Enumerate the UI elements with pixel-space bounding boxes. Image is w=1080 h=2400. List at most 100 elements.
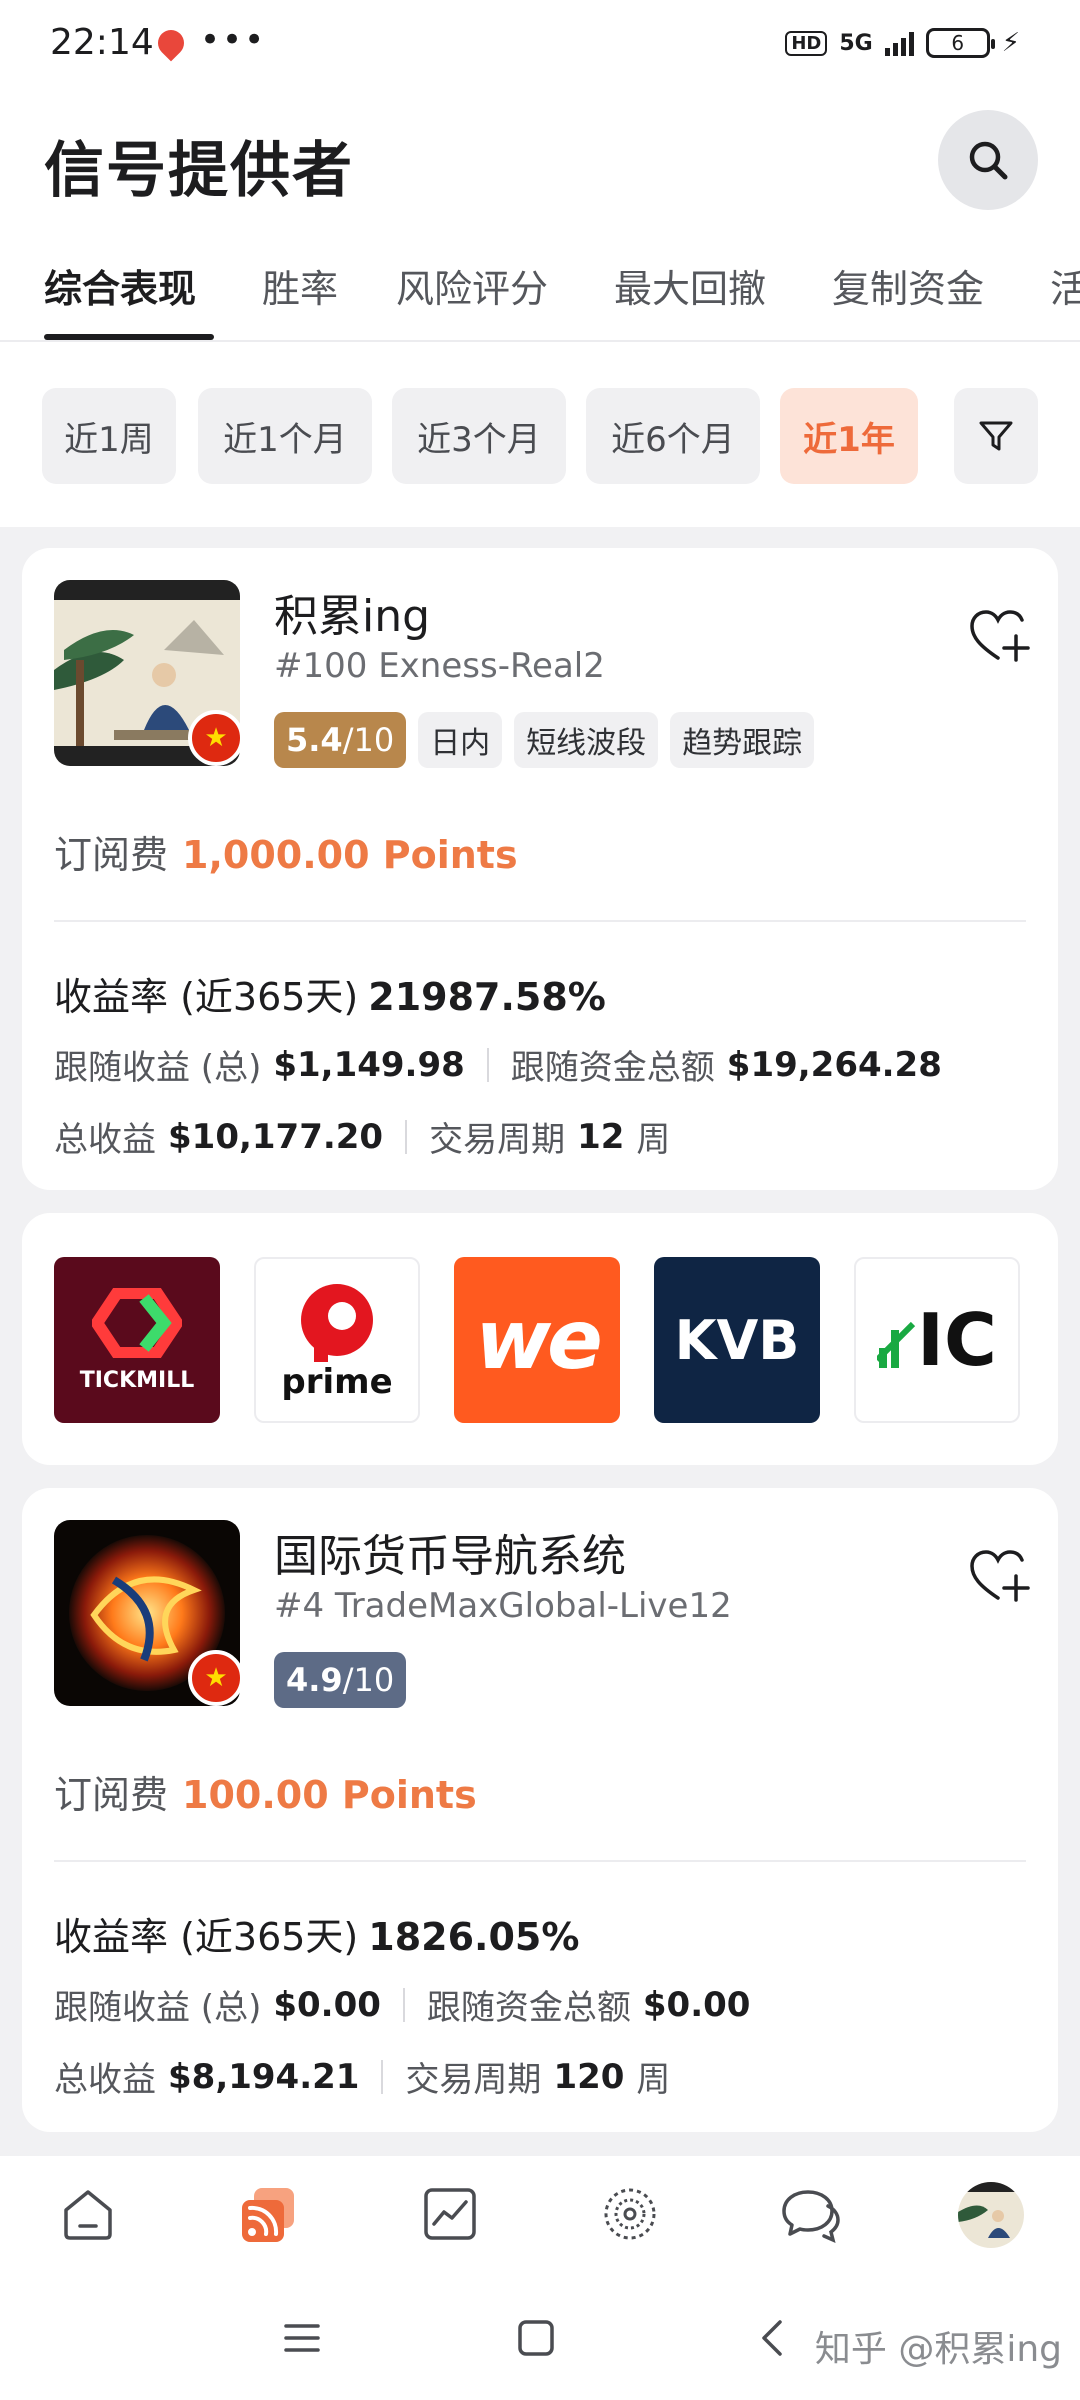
return-value: 1826.05% bbox=[368, 1915, 580, 1959]
sort-tabs: 综合表现 胜率 风险评分 最大回撤 复制资金 活 bbox=[0, 222, 1080, 342]
nav-profile[interactable] bbox=[958, 2182, 1024, 2248]
system-navigation-bar: 知乎 @积累ing bbox=[0, 2272, 1080, 2400]
network-type: 5G bbox=[839, 30, 873, 56]
fee-value: 1,000.00 Points bbox=[182, 833, 518, 877]
follow-heart-icon[interactable] bbox=[966, 1544, 1030, 1608]
location-pin-icon bbox=[152, 24, 190, 62]
provider-name[interactable]: 国际货币导航系统 bbox=[274, 1520, 626, 1584]
we-label: we bbox=[475, 1292, 602, 1388]
search-icon bbox=[969, 141, 1008, 180]
tag-swing: 短线波段 bbox=[514, 712, 659, 768]
tab-active[interactable]: 活 bbox=[1050, 258, 1080, 313]
follow-funds-label: 跟随资金总额 bbox=[510, 1048, 715, 1088]
trading-period-value: 120 bbox=[553, 2056, 625, 2097]
filter-button[interactable] bbox=[954, 388, 1038, 484]
follow-stats: 跟随收益 (总) $0.00 跟随资金总额 $0.00 bbox=[54, 1980, 750, 2029]
period-1-year[interactable]: 近1年 bbox=[780, 388, 918, 484]
follow-profit-value: $0.00 bbox=[273, 1984, 381, 2025]
tab-max-drawdown[interactable]: 最大回撤 bbox=[614, 258, 766, 313]
fee-value: 100.00 Points bbox=[182, 1773, 477, 1817]
separator bbox=[402, 1987, 405, 2022]
total-profit-label: 总收益 bbox=[54, 2060, 156, 2100]
discover-icon bbox=[604, 2188, 656, 2240]
separator bbox=[405, 1119, 408, 1154]
broker-logo-ic[interactable]: IC bbox=[854, 1257, 1020, 1423]
period-3-months[interactable]: 近3个月 bbox=[392, 388, 566, 484]
signal-icon bbox=[884, 30, 914, 56]
return-rate: 收益率 (近365天) 21987.58% bbox=[54, 966, 606, 1021]
battery-level: 6 bbox=[951, 31, 965, 55]
tab-copy-funds[interactable]: 复制资金 bbox=[832, 258, 984, 313]
back-icon[interactable] bbox=[752, 2316, 792, 2360]
filter-icon bbox=[979, 421, 1013, 451]
tab-win-rate[interactable]: 胜率 bbox=[262, 258, 338, 313]
nav-messages[interactable] bbox=[778, 2182, 842, 2246]
period-6-months[interactable]: 近6个月 bbox=[586, 388, 760, 484]
total-profit-label: 总收益 bbox=[54, 1120, 156, 1160]
follow-heart-icon[interactable] bbox=[966, 604, 1030, 668]
return-value: 21987.58% bbox=[368, 975, 606, 1019]
divider bbox=[54, 1860, 1026, 1862]
score-badge: 5.4/10 bbox=[274, 712, 407, 768]
provider-name[interactable]: 积累ing bbox=[274, 580, 430, 644]
follow-stats: 跟随收益 (总) $1,149.98 跟随资金总额 $19,264.28 bbox=[54, 1040, 942, 1089]
score-max: /10 bbox=[342, 1661, 395, 1699]
status-indicators: HD 5G 6 ⚡ bbox=[785, 28, 1020, 58]
return-label: 收益率 (近365天) bbox=[54, 1915, 359, 1959]
period-1-month[interactable]: 近1个月 bbox=[198, 388, 372, 484]
broker-logo-we[interactable]: we bbox=[454, 1257, 620, 1423]
chat-bubbles-icon bbox=[782, 2190, 840, 2244]
profit-stats: 总收益 $10,177.20 交易周期 12 周 bbox=[54, 1112, 670, 1161]
trading-period-label: 交易周期 bbox=[429, 1120, 566, 1160]
broker-logos: TICKMILL prime we KVB IC bbox=[22, 1213, 1058, 1465]
status-bar: 22:14 ••• HD 5G 6 ⚡ bbox=[0, 0, 1080, 92]
tab-risk-score[interactable]: 风险评分 bbox=[396, 258, 548, 313]
battery-icon: 6 bbox=[925, 28, 995, 58]
bottom-navigation bbox=[0, 2156, 1080, 2272]
return-label: 收益率 (近365天) bbox=[54, 975, 359, 1019]
nav-market[interactable] bbox=[418, 2182, 482, 2246]
return-rate: 收益率 (近365天) 1826.05% bbox=[54, 1906, 579, 1961]
trading-period-unit: 周 bbox=[636, 2060, 671, 2100]
subscription-fee: 订阅费 100.00 Points bbox=[54, 1764, 477, 1819]
profit-stats: 总收益 $8,194.21 交易周期 120 周 bbox=[54, 2052, 670, 2101]
page-title: 信号提供者 bbox=[44, 136, 354, 206]
follow-funds-value: $19,264.28 bbox=[726, 1044, 942, 1085]
broker-logo-tickmill[interactable]: TICKMILL bbox=[54, 1257, 220, 1423]
provider-card[interactable]: ★ 国际货币导航系统 #4 TradeMaxGlobal-Live12 4.9/… bbox=[22, 1488, 1058, 2132]
nav-home[interactable] bbox=[56, 2182, 120, 2246]
broker-logo-kvb[interactable]: KVB bbox=[654, 1257, 820, 1423]
watermark: 知乎 @积累ing bbox=[814, 2329, 1062, 2370]
provider-account: #100 Exness-Real2 bbox=[274, 646, 605, 686]
nav-signals[interactable] bbox=[236, 2182, 300, 2246]
kvb-label: KVB bbox=[674, 1308, 800, 1372]
app-header: 信号提供者 bbox=[0, 92, 1080, 222]
score-max: /10 bbox=[342, 721, 395, 759]
follow-profit-label: 跟随收益 (总) bbox=[54, 1048, 262, 1088]
chart-icon bbox=[424, 2188, 476, 2240]
follow-profit-label: 跟随收益 (总) bbox=[54, 1988, 262, 2028]
total-profit-value: $8,194.21 bbox=[168, 2056, 360, 2097]
status-time: 22:14 bbox=[50, 22, 154, 63]
broker-logo-prime[interactable]: prime bbox=[254, 1257, 420, 1423]
provider-account: #4 TradeMaxGlobal-Live12 bbox=[274, 1586, 732, 1626]
tab-overall[interactable]: 综合表现 bbox=[44, 258, 196, 313]
score-badge: 4.9/10 bbox=[274, 1652, 407, 1708]
score-value: 4.9 bbox=[286, 1661, 343, 1699]
active-tab-indicator bbox=[44, 334, 214, 340]
follow-funds-value: $0.00 bbox=[642, 1984, 751, 2025]
search-button[interactable] bbox=[938, 110, 1038, 210]
china-flag-icon: ★ bbox=[188, 710, 244, 766]
provider-tags: 4.9/10 bbox=[274, 1652, 407, 1708]
prime-label: prime bbox=[281, 1362, 393, 1402]
recent-apps-icon[interactable] bbox=[282, 2318, 322, 2358]
nav-discover[interactable] bbox=[598, 2182, 662, 2246]
tickmill-label: TICKMILL bbox=[79, 1367, 195, 1393]
home-square-icon[interactable] bbox=[516, 2318, 556, 2358]
follow-funds-label: 跟随资金总额 bbox=[426, 1988, 631, 2028]
ic-label: IC bbox=[917, 1298, 997, 1382]
period-1-week[interactable]: 近1周 bbox=[42, 388, 176, 484]
provider-card[interactable]: ★ 积累ing #100 Exness-Real2 5.4/10 日内 短线波段… bbox=[22, 548, 1058, 1190]
score-value: 5.4 bbox=[286, 721, 343, 759]
separator bbox=[486, 1047, 489, 1082]
